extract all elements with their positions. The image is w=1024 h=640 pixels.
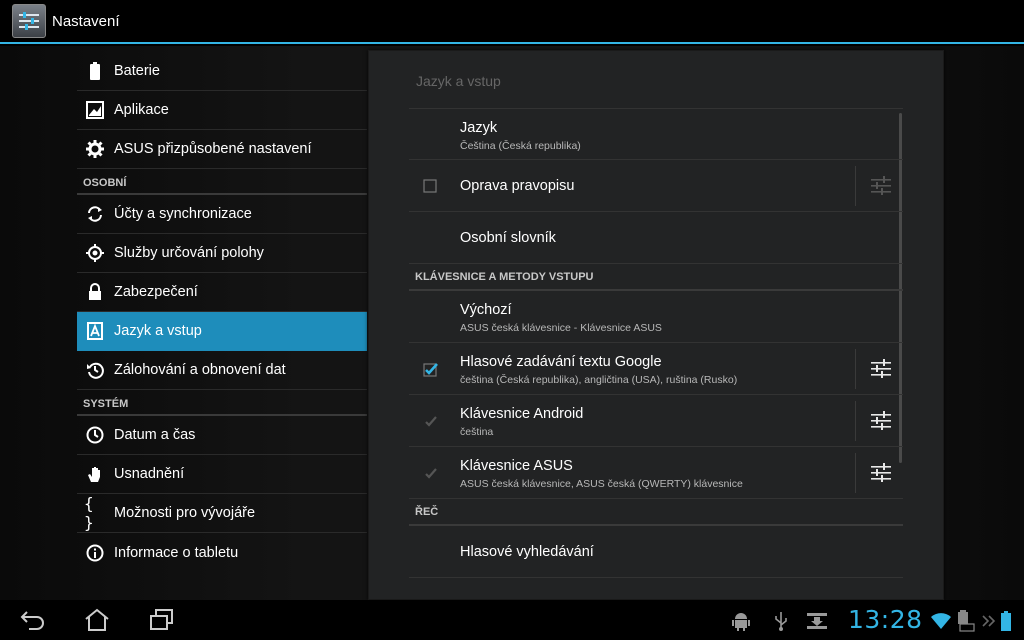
sidebar-item-apps[interactable]: Aplikace bbox=[77, 91, 367, 130]
spellcheck-checkbox[interactable] bbox=[423, 179, 437, 193]
recent-apps-icon[interactable] bbox=[144, 606, 178, 634]
content-area: Baterie Aplikace ASUS přizpůsobené nasta… bbox=[0, 46, 1024, 600]
asus-keyboard-checkbox[interactable] bbox=[423, 466, 437, 480]
pref-voice-search[interactable]: Hlasové vyhledávání bbox=[409, 526, 903, 578]
backup-icon bbox=[84, 359, 106, 381]
apps-icon bbox=[84, 99, 106, 121]
clock-icon bbox=[84, 424, 106, 446]
hand-icon bbox=[84, 463, 106, 485]
settings-sliders-icon[interactable] bbox=[12, 4, 46, 38]
sidebar-item-label: Datum a čas bbox=[114, 427, 196, 443]
detail-panel: Jazyk a vstup Jazyk Čeština (Česká repub… bbox=[368, 50, 944, 600]
preference-list: Jazyk Čeština (Česká republika) Oprava p… bbox=[409, 108, 903, 578]
pref-asus-keyboard[interactable]: Klávesnice ASUS ASUS česká klávesnice, A… bbox=[409, 447, 903, 499]
pref-summary: čeština (Česká republika), angličtina (U… bbox=[460, 374, 738, 386]
status-clock[interactable]: 13:28 bbox=[848, 605, 923, 634]
sliders-settings-icon[interactable] bbox=[869, 461, 893, 485]
sliders-settings-icon[interactable] bbox=[869, 357, 893, 381]
sidebar-item-backup[interactable]: Zálohování a obnovení dat bbox=[77, 351, 367, 390]
divider bbox=[855, 166, 856, 206]
pref-personal-dictionary[interactable]: Osobní slovník bbox=[409, 212, 903, 264]
sidebar-item-label: Služby určování polohy bbox=[114, 245, 264, 261]
battery-icon[interactable] bbox=[995, 610, 1017, 632]
download-icon[interactable] bbox=[806, 610, 828, 632]
section-header-personal: OSOBNÍ bbox=[77, 169, 367, 195]
sidebar-item-location[interactable]: Služby určování polohy bbox=[77, 234, 367, 273]
pref-default-keyboard[interactable]: Výchozí ASUS česká klávesnice - Klávesni… bbox=[409, 291, 903, 343]
app-title: Nastavení bbox=[52, 12, 120, 30]
sidebar-item-battery[interactable]: Baterie bbox=[77, 52, 367, 91]
info-icon bbox=[84, 542, 106, 564]
pref-google-voice-typing[interactable]: Hlasové zadávání textu Google čeština (Č… bbox=[409, 343, 903, 395]
pref-title: Klávesnice Android bbox=[460, 406, 584, 422]
action-bar: Nastavení bbox=[0, 0, 1024, 44]
sidebar-item-accessibility[interactable]: Usnadnění bbox=[77, 455, 367, 494]
battery-icon bbox=[84, 60, 106, 82]
settings-sidebar: Baterie Aplikace ASUS přizpůsobené nasta… bbox=[77, 52, 367, 572]
section-header-keyboards: KLÁVESNICE A METODY VSTUPU bbox=[409, 264, 903, 291]
sidebar-item-about[interactable]: Informace o tabletu bbox=[77, 533, 367, 572]
pref-summary: ASUS česká klávesnice, ASUS česká (QWERT… bbox=[460, 478, 743, 490]
pref-summary: Čeština (Česká republika) bbox=[460, 140, 581, 152]
pref-title: Osobní slovník bbox=[460, 230, 556, 246]
sidebar-item-label: Baterie bbox=[114, 63, 160, 79]
sidebar-item-label: Zabezpečení bbox=[114, 284, 198, 300]
sidebar-item-label: Možnosti pro vývojáře bbox=[114, 505, 256, 521]
divider bbox=[855, 453, 856, 493]
pref-title: Jazyk bbox=[460, 120, 498, 136]
pref-title: Výchozí bbox=[460, 302, 512, 318]
sidebar-item-label: Usnadnění bbox=[114, 466, 185, 482]
sidebar-item-label: ASUS přizpůsobené nastavení bbox=[114, 141, 312, 157]
sidebar-item-date-time[interactable]: Datum a čas bbox=[77, 416, 367, 455]
pref-title: Klávesnice ASUS bbox=[460, 458, 573, 474]
sync-icon bbox=[84, 203, 106, 225]
sliders-settings-icon[interactable] bbox=[869, 409, 893, 433]
panel-title: Jazyk a vstup bbox=[416, 73, 501, 89]
wifi-icon[interactable] bbox=[930, 610, 952, 632]
location-icon bbox=[84, 242, 106, 264]
android-keyboard-checkbox[interactable] bbox=[423, 414, 437, 428]
gear-icon bbox=[84, 138, 106, 160]
sidebar-item-label: Zálohování a obnovení dat bbox=[114, 362, 286, 378]
sidebar-item-accounts-sync[interactable]: Účty a synchronizace bbox=[77, 195, 367, 234]
back-icon[interactable] bbox=[16, 606, 50, 634]
pref-title: Hlasové vyhledávání bbox=[460, 544, 594, 560]
divider bbox=[855, 349, 856, 389]
pref-summary: ASUS česká klávesnice - Klávesnice ASUS bbox=[460, 322, 662, 334]
pref-title: Hlasové zadávání textu Google bbox=[460, 354, 662, 370]
section-header-speech: ŘEČ bbox=[409, 499, 903, 526]
section-header-system: SYSTÉM bbox=[77, 390, 367, 416]
pref-summary: čeština bbox=[460, 426, 494, 438]
sidebar-item-label: Jazyk a vstup bbox=[114, 323, 202, 339]
language-icon bbox=[84, 320, 106, 342]
sidebar-item-language-input[interactable]: Jazyk a vstup bbox=[77, 312, 367, 351]
sliders-settings-icon[interactable] bbox=[869, 174, 893, 198]
pref-spellcheck[interactable]: Oprava pravopisu bbox=[409, 160, 903, 212]
sidebar-item-label: Aplikace bbox=[114, 102, 169, 118]
sidebar-item-label: Účty a synchronizace bbox=[114, 206, 252, 222]
sidebar-item-security[interactable]: Zabezpečení bbox=[77, 273, 367, 312]
divider bbox=[855, 401, 856, 441]
home-icon[interactable] bbox=[80, 606, 114, 634]
lock-icon bbox=[84, 281, 106, 303]
google-voice-checkbox[interactable] bbox=[423, 362, 438, 377]
sidebar-item-developer[interactable]: { } Možnosti pro vývojáře bbox=[77, 494, 367, 533]
pref-language[interactable]: Jazyk Čeština (Česká republika) bbox=[409, 108, 903, 160]
braces-icon: { } bbox=[84, 494, 94, 532]
pref-android-keyboard[interactable]: Klávesnice Android čeština bbox=[409, 395, 903, 447]
keyboard-battery-icon[interactable] bbox=[955, 610, 977, 632]
sidebar-item-label: Informace o tabletu bbox=[114, 544, 239, 561]
pref-title: Oprava pravopisu bbox=[460, 178, 575, 194]
usb-icon[interactable] bbox=[770, 610, 792, 632]
system-bar: 13:28 bbox=[0, 600, 1024, 640]
android-debug-icon[interactable] bbox=[730, 610, 752, 632]
sidebar-item-asus-custom[interactable]: ASUS přizpůsobené nastavení bbox=[77, 130, 367, 169]
